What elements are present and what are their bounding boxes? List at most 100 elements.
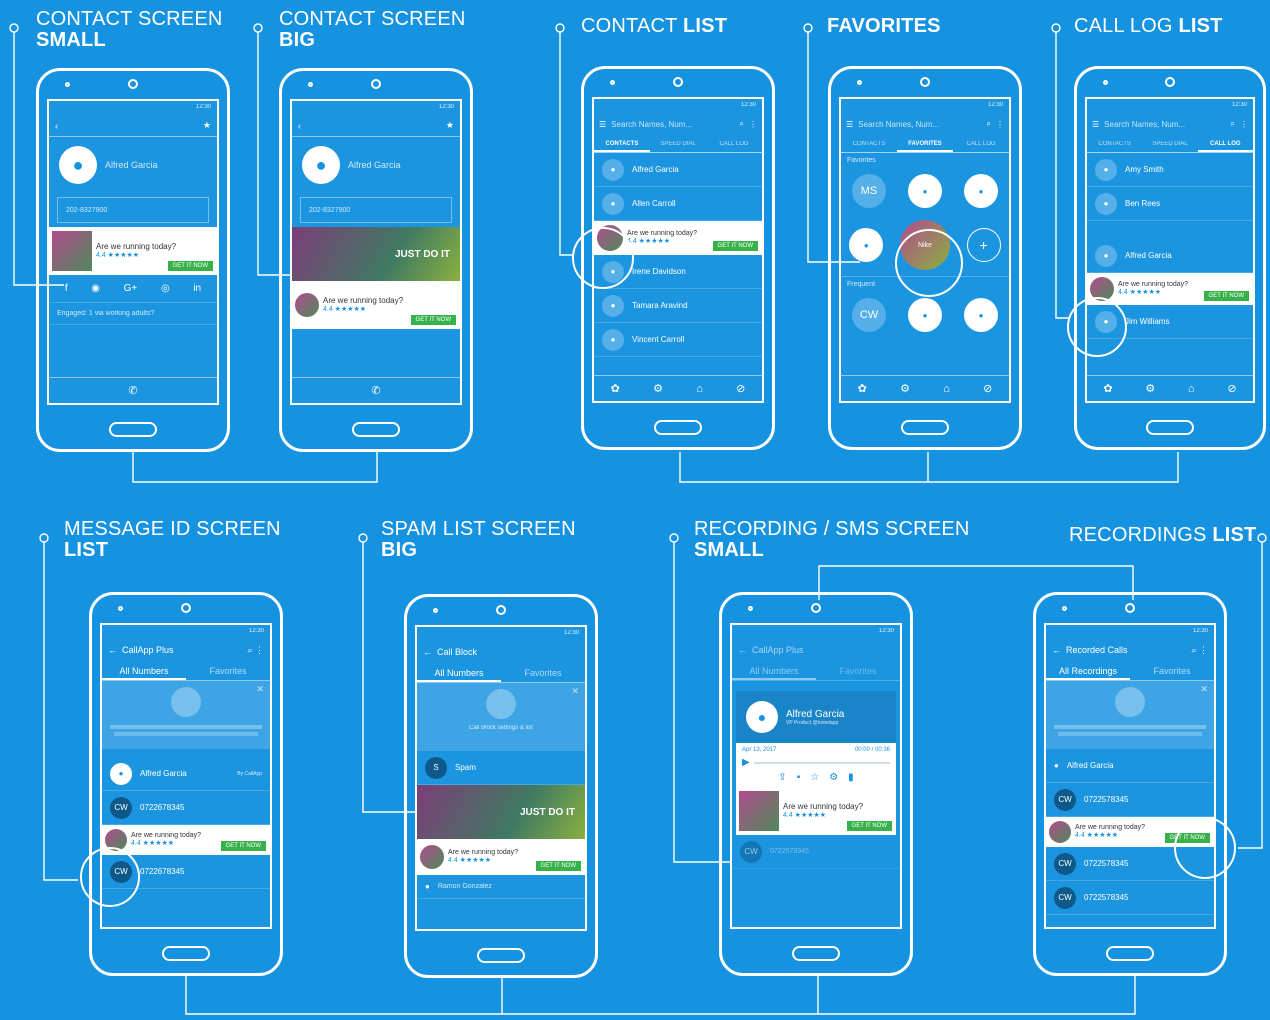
save-icon[interactable]: ▪ [797,772,801,783]
instagram-icon[interactable]: ◎ [161,283,170,294]
frequent-contact[interactable]: CW [852,298,886,332]
block-icon[interactable]: ⊘ [983,382,992,395]
list-item[interactable]: S Spam [417,751,585,785]
star-icon[interactable]: ☆ [810,772,819,783]
search-icon[interactable]: ⌕ [740,119,744,129]
list-item[interactable]: CW 0722678345 [102,791,270,825]
block-icon[interactable]: ⊘ [736,382,745,395]
ad-card[interactable]: Are we running today? 4.4 ★★★★★ GET IT NO… [292,281,460,329]
contacts-icon[interactable]: ✿ [858,382,867,395]
tab-call-log[interactable]: CALL LOG [706,135,762,152]
menu-icon[interactable]: ☰ [599,120,606,129]
favorite-contact[interactable]: ● [964,174,998,208]
menu-icon[interactable]: ☰ [846,120,853,129]
search-icon[interactable]: ⌕ [1191,645,1196,656]
settings-icon[interactable]: ⚙ [829,772,838,783]
frequent-contact[interactable]: ● [964,298,998,332]
settings-icon[interactable]: ⚙ [900,382,910,395]
home-button[interactable] [162,946,210,961]
linkedin-icon[interactable]: in [193,283,201,294]
more-icon[interactable]: ⋮ [255,645,264,656]
home-button[interactable] [352,422,400,437]
more-icon[interactable]: ⋮ [1199,645,1208,656]
back-icon[interactable]: ← [423,647,432,657]
frequent-contact[interactable]: ● [908,298,942,332]
close-icon[interactable]: ✕ [256,684,264,695]
tab-favorites[interactable]: Favorites [186,661,270,680]
delete-icon[interactable]: ▮ [848,772,854,783]
tab-call-log[interactable]: CALL LOG [1197,135,1253,152]
call-log-row[interactable]: ● Amy Smith [1087,153,1253,187]
get-it-now-button[interactable]: GET IT NOW [846,821,892,831]
home-button[interactable] [654,420,702,435]
home-button[interactable] [901,420,949,435]
list-item[interactable]: CW 0722578345 [1046,783,1214,817]
ad-banner-image[interactable]: JUST DO IT [292,227,460,281]
block-icon[interactable]: ⊘ [1227,382,1236,395]
list-item[interactable]: ● Alfred Garcia [594,153,762,187]
favorite-contact[interactable]: MS [852,174,886,208]
list-item[interactable]: ● Tamara Aravind [594,289,762,323]
ad-banner-image[interactable]: JUST DO IT [417,785,585,839]
favorite-contact[interactable]: ● [908,174,942,208]
progress-bar[interactable] [753,761,890,764]
home-button[interactable] [792,946,840,961]
search-input[interactable]: Search Names, Num... [858,120,981,129]
get-it-now-button[interactable]: GET IT NOW [220,841,266,851]
tab-contacts[interactable]: CONTACTS [1087,135,1142,152]
star-icon[interactable]: ★ [203,120,211,131]
call-icon[interactable]: ✆ [371,384,380,397]
ad-card[interactable]: Are we running today? 4.4 ★★★★★ GET IT NO… [736,787,896,835]
facebook-icon[interactable]: f [65,283,68,294]
tab-call-log[interactable]: CALL LOG [953,135,1009,152]
share-icon[interactable]: ⇪ [778,772,786,783]
tab-speed-dial[interactable]: SPEED DIAL [650,135,706,152]
ad-card[interactable]: Are we running today? 4.4 ★★★★★ GET IT NO… [417,839,585,875]
settings-icon[interactable]: ⚙ [653,382,663,395]
star-icon[interactable]: ★ [446,120,454,131]
call-icon[interactable]: ✆ [128,384,137,397]
back-icon[interactable]: ← [108,645,117,655]
twitter-icon[interactable]: ◉ [91,283,100,294]
list-item[interactable]: CW 0722578345 [732,835,900,869]
store-icon[interactable]: ⌂ [696,383,703,395]
search-icon[interactable]: ⌕ [987,119,991,129]
home-button[interactable] [477,948,525,963]
contact-phone[interactable]: 202-8327900 [309,207,350,214]
list-item[interactable]: ● Vincent Carroll [594,323,762,357]
back-icon[interactable]: ‹ [55,121,58,131]
tab-contacts[interactable]: CONTACTS [594,135,650,152]
tab-speed-dial[interactable]: SPEED DIAL [1142,135,1197,152]
list-item[interactable]: CW 0722578345 [1046,881,1214,915]
tab-favorites[interactable]: FAVORITES [897,135,953,152]
back-icon[interactable]: ‹ [298,121,301,131]
tab-favorites[interactable]: Favorites [816,661,900,680]
contact-phone[interactable]: 202-8327900 [66,207,107,214]
call-log-row[interactable]: ● Ben Rees [1087,187,1253,221]
add-favorite-button[interactable]: + [966,228,1001,262]
get-it-now-button[interactable]: GET IT NOW [1203,291,1249,301]
more-icon[interactable]: ⋮ [996,120,1004,129]
home-button[interactable] [109,422,157,437]
get-it-now-button[interactable]: GET IT NOW [410,315,456,325]
get-it-now-button[interactable]: GET IT NOW [712,241,758,251]
get-it-now-button[interactable]: GET IT NOW [167,261,213,271]
home-button[interactable] [1106,946,1154,961]
tab-favorites[interactable]: Favorites [1130,661,1214,680]
list-item[interactable]: ● Alfred Garcia [1046,749,1214,783]
tab-all-numbers[interactable]: All Numbers [102,661,186,680]
play-icon[interactable]: ▶ [742,757,750,768]
tab-all-numbers[interactable]: All Numbers [417,663,501,682]
call-log-row[interactable]: ● Alfred Garcia [1087,239,1253,273]
more-icon[interactable]: ⋮ [1240,120,1248,129]
list-item[interactable]: ● Ramon Gonzalez [417,875,585,899]
ad-card[interactable]: Are we running today? 4.4 ★★★★★ GET IT NO… [102,825,270,855]
close-icon[interactable]: ✕ [1200,684,1208,695]
search-input[interactable]: Search Names, Num... [1104,120,1225,129]
contacts-icon[interactable]: ✿ [1103,382,1112,395]
store-icon[interactable]: ⌂ [943,383,950,395]
tab-all-recordings[interactable]: All Recordings [1046,661,1130,680]
home-button[interactable] [1146,420,1194,435]
list-item[interactable]: ● Alfred Garcia By CallApp [102,757,270,791]
search-input[interactable]: Search Names, Num... [611,120,734,129]
